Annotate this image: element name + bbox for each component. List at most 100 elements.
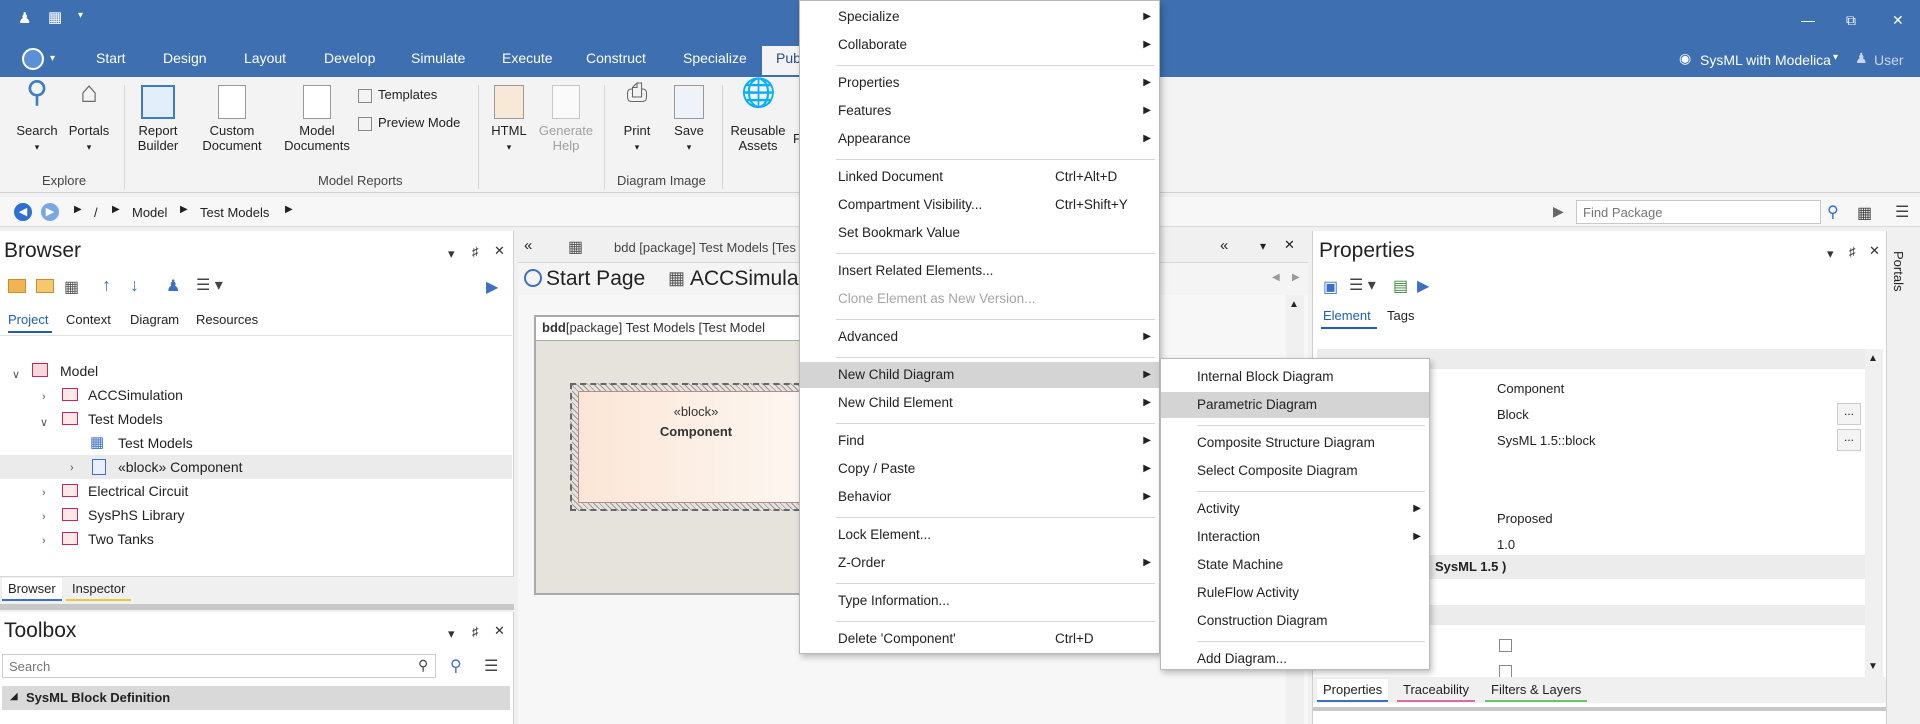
menu-item-construction-diagram[interactable]: Construction Diagram [1161, 608, 1429, 634]
menu-item-set-bookmark-value[interactable]: Set Bookmark Value [800, 220, 1159, 246]
panel-dropdown-icon[interactable]: ▾ [448, 246, 455, 262]
bottom-tab-properties[interactable]: Properties [1317, 679, 1389, 702]
tab-resources[interactable]: Resources [196, 312, 258, 327]
splitter[interactable] [0, 604, 514, 610]
tab-start[interactable]: Start [96, 50, 126, 66]
tab-simulate[interactable]: Simulate [411, 50, 465, 66]
print-button[interactable]: ⎙ Print ▾ [616, 79, 658, 155]
scroll-up-icon[interactable]: ▲ [1868, 353, 1878, 364]
html-button[interactable]: HTML ▾ [486, 85, 532, 155]
tree-item-model[interactable]: Model [60, 363, 98, 379]
menu-item-clone-element-as-new-version[interactable]: Clone Element as New Version... [800, 286, 1159, 312]
save-image-button[interactable]: Save ▾ [668, 85, 710, 155]
menu-item-behavior[interactable]: Behavior ▶ [800, 484, 1159, 510]
bottom-tab-inspector[interactable]: Inspector [66, 578, 132, 601]
panel-dropdown-icon[interactable]: ▾ [1260, 239, 1266, 253]
find-icon[interactable]: ⚲ [450, 656, 462, 676]
custom-document-button[interactable]: Custom Document [196, 85, 268, 153]
image-icon[interactable]: ▤ [1393, 276, 1408, 296]
menu-item-state-machine[interactable]: State Machine [1161, 552, 1429, 578]
perspective-selector[interactable]: SysML with Modelica [1700, 52, 1831, 68]
menu-item-internal-block-diagram[interactable]: Internal Block Diagram [1161, 364, 1429, 390]
menu-item-delete-component[interactable]: Delete 'Component' Ctrl+D [800, 626, 1159, 652]
collapse-left-icon[interactable]: « [524, 237, 532, 254]
toolbox-section-header[interactable]: ◢ SysML Block Definition [2, 686, 510, 710]
tree-item-electrical-circuit[interactable]: Electrical Circuit [88, 483, 188, 499]
quick-access-dropdown-icon[interactable]: ▾ [78, 10, 83, 21]
menu-item-features[interactable]: Features ▶ [800, 98, 1159, 124]
hamburger-menu-icon[interactable]: ☰ [1895, 202, 1909, 222]
tab-context[interactable]: Context [66, 312, 111, 327]
tab-scroll-right-icon[interactable]: ▶ [1292, 272, 1300, 283]
breadcrumb-model[interactable]: Model [132, 205, 167, 220]
property-value-stereotype[interactable]: SysML 1.5::block [1497, 433, 1596, 448]
breadcrumb-test-models[interactable]: Test Models [200, 205, 269, 220]
expander-closed-icon[interactable]: › [70, 462, 74, 474]
breadcrumb-arrow-icon[interactable]: ▶ [180, 204, 188, 215]
tab-element[interactable]: Element [1323, 308, 1371, 323]
reusable-assets-button[interactable]: 🌐 Reusable Assets [728, 79, 788, 154]
pin-icon[interactable]: ♯ [472, 244, 479, 259]
splitter[interactable] [1313, 707, 1887, 711]
diagram-tree-icon[interactable]: ▦ [64, 277, 79, 297]
tab-specialize[interactable]: Specialize [683, 50, 747, 66]
menu-item-type-information[interactable]: Type Information... [800, 588, 1159, 614]
menu-item-select-composite-diagram[interactable]: Select Composite Diagram [1161, 458, 1429, 484]
search-button[interactable]: ⚲ Search ▾ [14, 78, 60, 155]
menu-item-appearance[interactable]: Appearance ▶ [800, 126, 1159, 152]
menu-item-collaborate[interactable]: Collaborate ▶ [800, 32, 1159, 58]
move-down-icon[interactable]: ↓ [130, 275, 139, 296]
property-value-type[interactable]: Block [1497, 407, 1529, 422]
collapse-right-icon[interactable]: « [1220, 237, 1228, 254]
close-icon[interactable]: ✕ [494, 623, 505, 639]
save-icon[interactable]: ▣ [1323, 277, 1338, 297]
property-value-status[interactable]: Proposed [1497, 511, 1553, 526]
tree-item-sysphs-library[interactable]: SysPhS Library [88, 507, 184, 523]
pin-icon[interactable]: ♯ [472, 624, 479, 639]
doc-tab-start-page[interactable]: Start Page [546, 267, 645, 291]
expander-open-icon[interactable]: ∨ [40, 416, 48, 429]
app-menu-icon[interactable] [22, 48, 44, 70]
portals-button[interactable]: ⌂ Portals ▾ [64, 78, 114, 155]
close-icon[interactable]: ✕ [1284, 237, 1295, 253]
play-icon[interactable]: ▶ [1553, 203, 1564, 220]
portals-side-tab[interactable]: Portals [1886, 231, 1920, 724]
ellipsis-button[interactable]: ... [1837, 429, 1861, 451]
panel-dropdown-icon[interactable]: ▾ [448, 626, 455, 642]
folder-icon[interactable] [36, 279, 54, 293]
close-window-button[interactable]: ✕ [1892, 12, 1904, 29]
expander-closed-icon[interactable]: › [42, 391, 46, 403]
restore-button[interactable]: ⧉ [1846, 12, 1856, 29]
close-icon[interactable]: ✕ [494, 243, 505, 259]
move-up-icon[interactable]: ↑ [102, 275, 111, 296]
tab-project[interactable]: Project [8, 312, 48, 327]
toolbox-search-input[interactable] [2, 654, 436, 678]
menu-item-advanced[interactable]: Advanced ▶ [800, 324, 1159, 350]
menu-item-find[interactable]: Find ▶ [800, 428, 1159, 454]
menu-item-copy-paste[interactable]: Copy / Paste ▶ [800, 456, 1159, 482]
menu-item-specialize[interactable]: Specialize ▶ [800, 4, 1159, 30]
menu-item-compartment-visibility[interactable]: Compartment Visibility... Ctrl+Shift+Y [800, 192, 1159, 218]
bottom-tab-filters-layers[interactable]: Filters & Layers [1485, 679, 1588, 702]
preview-mode-button[interactable]: Preview Mode [358, 115, 460, 131]
qr-icon[interactable]: ▦ [1857, 203, 1872, 223]
generate-help-button[interactable]: Generate Help [536, 85, 596, 153]
tab-design[interactable]: Design [163, 50, 207, 66]
search-icon[interactable]: ⚲ [1827, 202, 1839, 222]
templates-button[interactable]: Templates [358, 87, 437, 103]
menu-icon[interactable]: ☰ [484, 656, 498, 676]
pin-icon[interactable]: ♯ [1849, 244, 1856, 259]
perspective-dropdown-icon[interactable]: ▾ [1833, 52, 1838, 63]
tree-item-test-models[interactable]: Test Models [88, 411, 163, 427]
menu-item-linked-document[interactable]: Linked Document Ctrl+Alt+D [800, 164, 1159, 190]
diagram-icon[interactable]: ▦ [48, 8, 62, 26]
breadcrumb-arrow-icon[interactable]: ▶ [74, 204, 82, 215]
menu-item-parametric-diagram[interactable]: Parametric Diagram [1161, 392, 1429, 418]
breadcrumb-arrow-icon[interactable]: ▶ [112, 204, 120, 215]
tab-develop[interactable]: Develop [324, 50, 375, 66]
menu-item-insert-related-elements[interactable]: Insert Related Elements... [800, 258, 1159, 284]
tab-execute[interactable]: Execute [502, 50, 553, 66]
vertical-scrollbar[interactable] [1865, 349, 1883, 679]
tab-tags[interactable]: Tags [1387, 308, 1414, 323]
scroll-up-icon[interactable]: ▲ [1289, 299, 1299, 310]
